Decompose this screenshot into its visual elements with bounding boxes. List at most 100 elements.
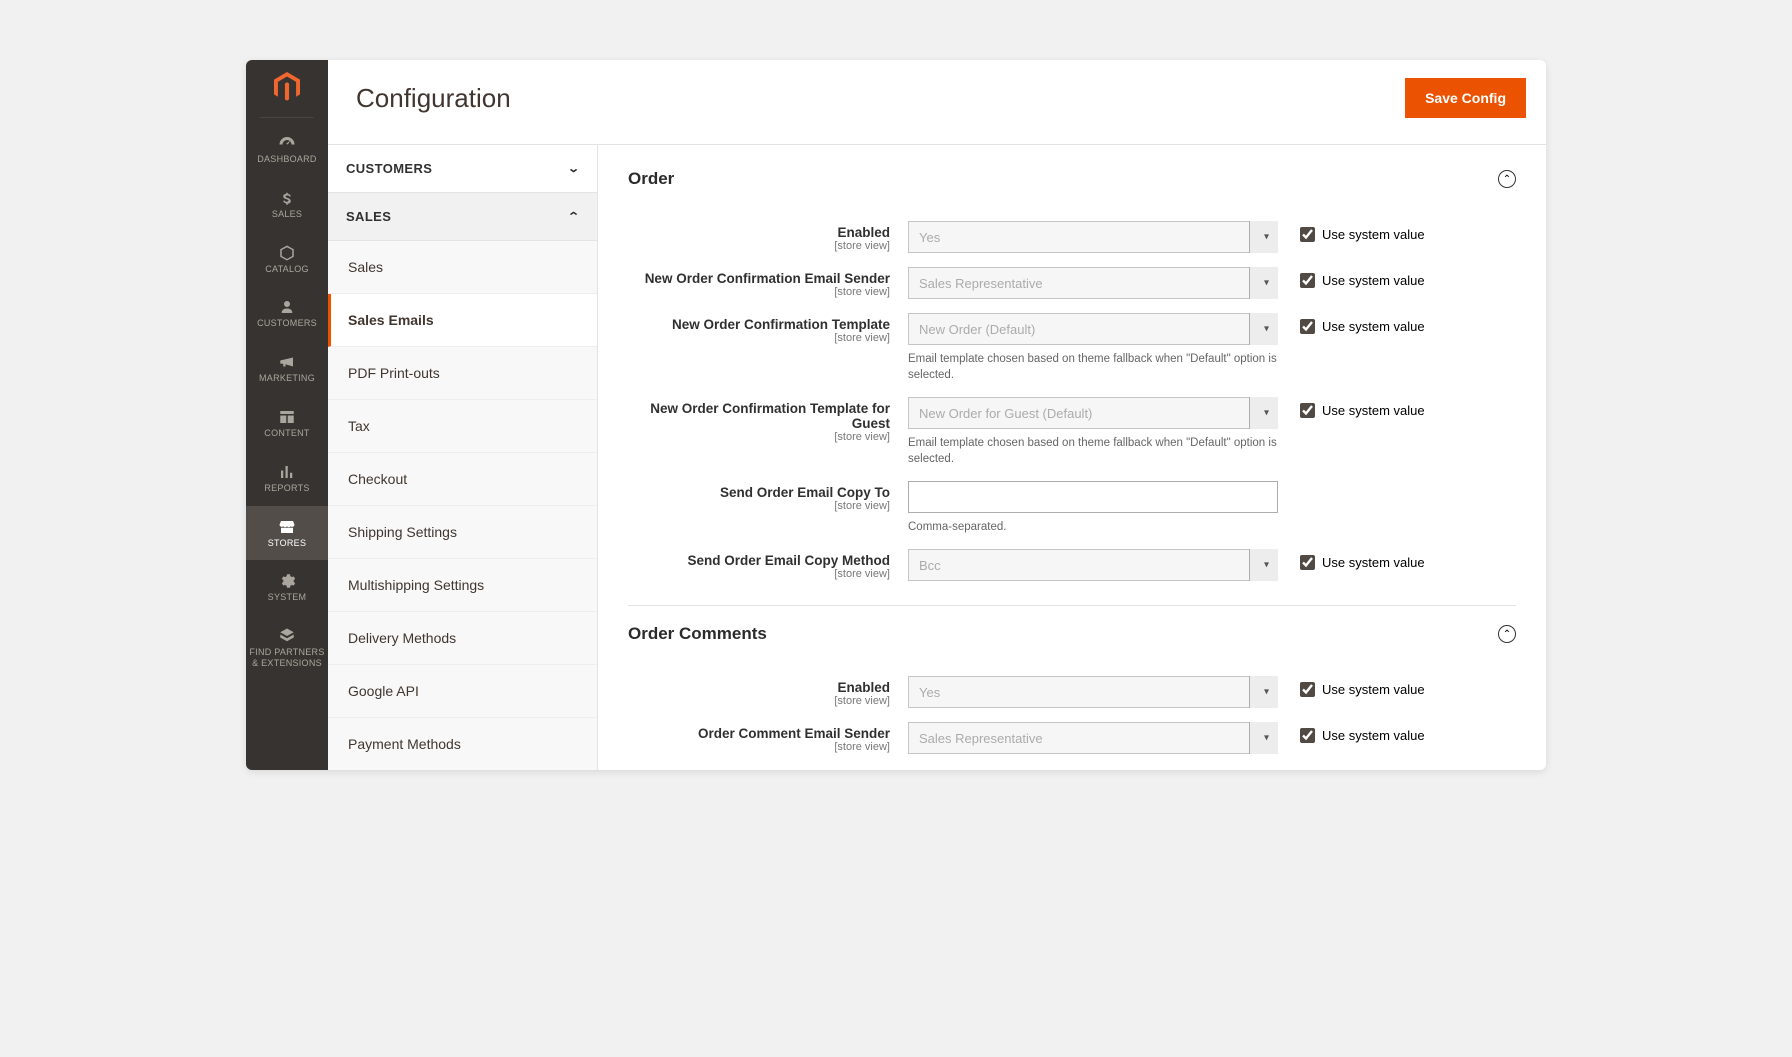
box-icon [248, 242, 326, 264]
copy-to-input[interactable] [908, 481, 1278, 513]
scope-label: [store view] [628, 741, 890, 753]
helper-text: Comma-separated. [908, 519, 1278, 535]
scope-label: [store view] [628, 568, 890, 580]
use-system-checkbox[interactable] [1300, 728, 1315, 743]
nav-reports[interactable]: REPORTS [246, 451, 328, 506]
page-header: Configuration Save Config [328, 60, 1546, 144]
sidebar-group-label: CUSTOMERS [346, 161, 432, 176]
field-label: Order Comment Email Sender [628, 726, 890, 741]
helper-text: Email template chosen based on theme fal… [908, 435, 1278, 467]
sidebar-item-google-api[interactable]: Google API [328, 665, 597, 718]
nav-catalog[interactable]: CATALOG [246, 232, 328, 287]
use-system-label[interactable]: Use system value [1322, 555, 1425, 570]
field-comments-enabled: Enabled [store view] Yes Use system valu… [628, 676, 1516, 708]
comments-enabled-select[interactable]: Yes [908, 676, 1278, 708]
sidebar-item-delivery[interactable]: Delivery Methods [328, 612, 597, 665]
sidebar-item-pdf[interactable]: PDF Print-outs [328, 347, 597, 400]
field-comments-sender: Order Comment Email Sender [store view] … [628, 722, 1516, 754]
sidebar-group-sales[interactable]: SALES ⌃ [328, 193, 597, 241]
template-guest-select[interactable]: New Order for Guest (Default) [908, 397, 1278, 429]
use-system-label[interactable]: Use system value [1322, 682, 1425, 697]
scope-label: [store view] [628, 286, 890, 298]
use-system-label[interactable]: Use system value [1322, 273, 1425, 288]
sidebar-item-sales[interactable]: Sales [328, 241, 597, 294]
section-comments-head[interactable]: Order Comments ⌃ [628, 620, 1516, 662]
sidebar-group-customers[interactable]: CUSTOMERS ⌄ [328, 145, 597, 193]
main-panel: Configuration Save Config CUSTOMERS ⌄ SA… [328, 60, 1546, 770]
field-enabled: Enabled [store view] Yes Use system valu… [628, 221, 1516, 253]
puzzle-icon [248, 625, 326, 647]
use-system-checkbox[interactable] [1300, 682, 1315, 697]
sidebar-item-tax[interactable]: Tax [328, 400, 597, 453]
field-template: New Order Confirmation Template [store v… [628, 313, 1516, 383]
field-label: Enabled [628, 225, 890, 240]
nav-system[interactable]: SYSTEM [246, 560, 328, 615]
field-sender: New Order Confirmation Email Sender [sto… [628, 267, 1516, 299]
comments-sender-select[interactable]: Sales Representative [908, 722, 1278, 754]
sidebar-item-checkout[interactable]: Checkout [328, 453, 597, 506]
nav-partners[interactable]: FIND PARTNERS & EXTENSIONS [246, 615, 328, 681]
template-select[interactable]: New Order (Default) [908, 313, 1278, 345]
save-config-button[interactable]: Save Config [1405, 78, 1526, 118]
scope-label: [store view] [628, 332, 890, 344]
sidebar-item-payment[interactable]: Payment Methods [328, 718, 597, 770]
nav-customers[interactable]: CUSTOMERS [246, 286, 328, 341]
admin-window: DASHBOARD SALES CATALOG CUSTOMERS MARKET… [246, 60, 1546, 770]
section-order-head[interactable]: Order ⌃ [628, 165, 1516, 207]
megaphone-icon [248, 351, 326, 373]
use-system-label[interactable]: Use system value [1322, 403, 1425, 418]
use-system-label[interactable]: Use system value [1322, 227, 1425, 242]
gear-icon [248, 570, 326, 592]
use-system-checkbox[interactable] [1300, 555, 1315, 570]
field-label: Send Order Email Copy Method [628, 553, 890, 568]
collapse-up-icon[interactable]: ⌃ [1498, 625, 1516, 643]
dollar-icon [248, 187, 326, 209]
field-label: Enabled [628, 680, 890, 695]
scope-label: [store view] [628, 431, 890, 443]
copy-method-select[interactable]: Bcc [908, 549, 1278, 581]
sidebar-item-shipping[interactable]: Shipping Settings [328, 506, 597, 559]
section-title: Order Comments [628, 624, 767, 644]
field-template-guest: New Order Confirmation Template for Gues… [628, 397, 1516, 467]
use-system-checkbox[interactable] [1300, 227, 1315, 242]
field-copy-method: Send Order Email Copy Method [store view… [628, 549, 1516, 581]
gauge-icon [248, 132, 326, 154]
magento-logo-icon [246, 60, 328, 117]
sender-select[interactable]: Sales Representative [908, 267, 1278, 299]
section-title: Order [628, 169, 674, 189]
scope-label: [store view] [628, 500, 890, 512]
section-divider [628, 605, 1516, 606]
field-label: New Order Confirmation Email Sender [628, 271, 890, 286]
chevron-up-icon: ⌃ [567, 210, 580, 223]
nav-sales[interactable]: SALES [246, 177, 328, 232]
use-system-label[interactable]: Use system value [1322, 319, 1425, 334]
store-icon [248, 516, 326, 538]
collapse-up-icon[interactable]: ⌃ [1498, 170, 1516, 188]
use-system-checkbox[interactable] [1300, 319, 1315, 334]
admin-nav: DASHBOARD SALES CATALOG CUSTOMERS MARKET… [246, 60, 328, 770]
use-system-checkbox[interactable] [1300, 403, 1315, 418]
scope-label: [store view] [628, 240, 890, 252]
config-sidebar: CUSTOMERS ⌄ SALES ⌃ Sales Sales Emails P… [328, 145, 598, 770]
nav-stores[interactable]: STORES [246, 506, 328, 561]
chevron-down-icon: ⌄ [567, 162, 580, 175]
person-icon [248, 296, 326, 318]
scope-label: [store view] [628, 695, 890, 707]
helper-text: Email template chosen based on theme fal… [908, 351, 1278, 383]
sidebar-item-sales-emails[interactable]: Sales Emails [328, 294, 597, 347]
field-label: New Order Confirmation Template for Gues… [628, 401, 890, 431]
use-system-label[interactable]: Use system value [1322, 728, 1425, 743]
use-system-checkbox[interactable] [1300, 273, 1315, 288]
nav-content[interactable]: CONTENT [246, 396, 328, 451]
field-label: Send Order Email Copy To [628, 485, 890, 500]
field-copy-to: Send Order Email Copy To [store view] Co… [628, 481, 1516, 535]
config-content: Order ⌃ Enabled [store view] Yes Use sys… [598, 145, 1546, 770]
sidebar-group-label: SALES [346, 209, 391, 224]
layout-icon [248, 406, 326, 428]
nav-dashboard[interactable]: DASHBOARD [246, 122, 328, 177]
page-title: Configuration [356, 83, 511, 114]
enabled-select[interactable]: Yes [908, 221, 1278, 253]
sidebar-item-multishipping[interactable]: Multishipping Settings [328, 559, 597, 612]
nav-marketing[interactable]: MARKETING [246, 341, 328, 396]
field-label: New Order Confirmation Template [628, 317, 890, 332]
